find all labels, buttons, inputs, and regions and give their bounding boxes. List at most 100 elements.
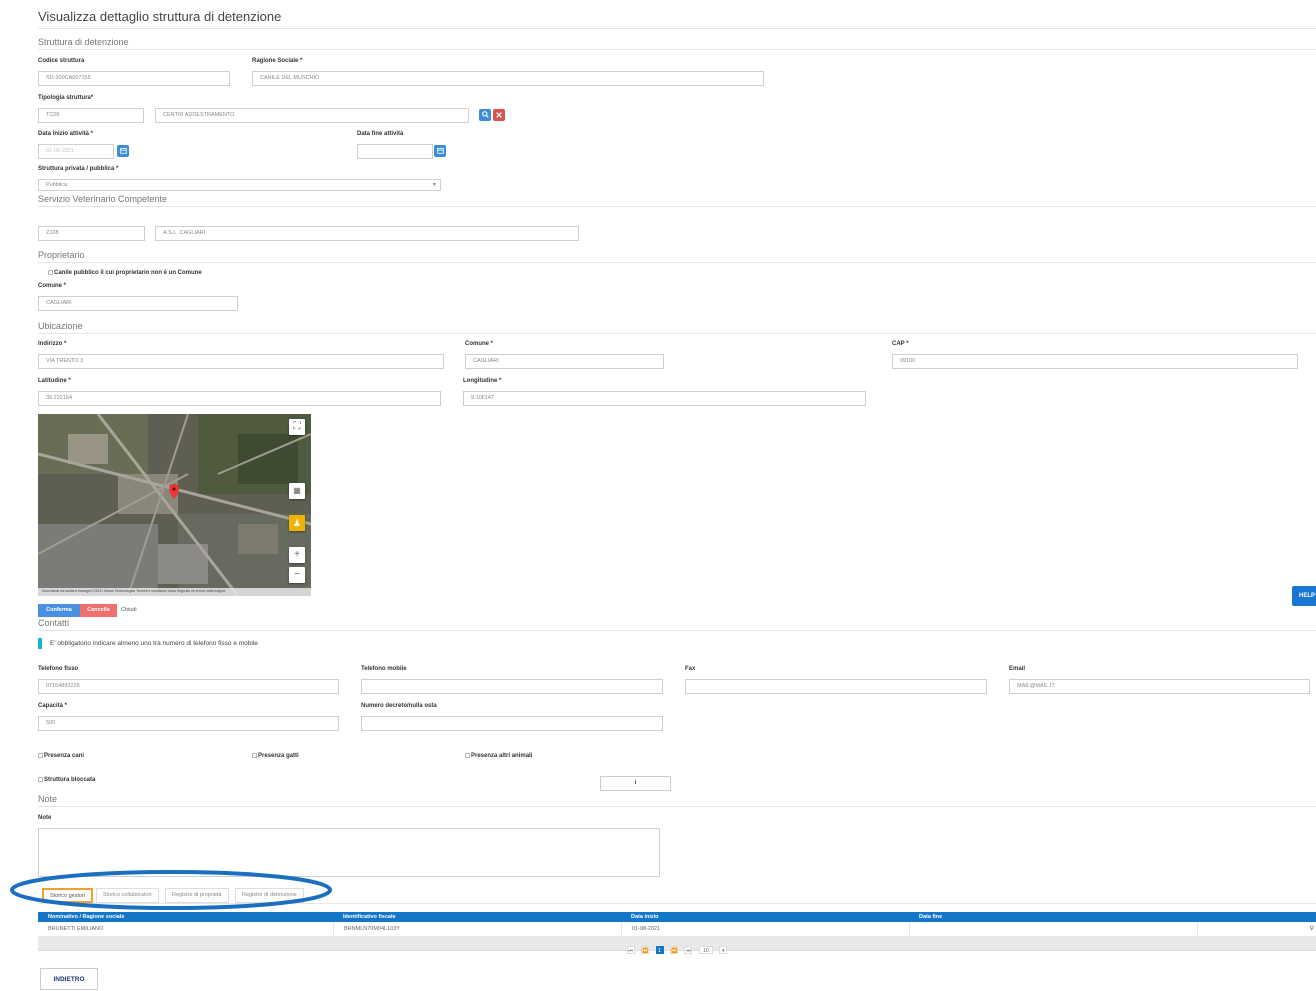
note-label: Note <box>38 815 52 821</box>
section-title-proprietario: Proprietario <box>38 250 85 260</box>
presenza-altri-label: Presenza altri animali <box>471 753 533 760</box>
latitudine-label: Latitudine * <box>38 378 71 384</box>
cap-label: CAP * <box>892 341 909 347</box>
presenza-altri-checkbox[interactable]: Presenza altri animali <box>465 753 532 759</box>
section-divider <box>38 262 1316 263</box>
ragione-sociale-field[interactable]: CANILE DEL MUSCHIO <box>252 71 764 86</box>
presenza-gatti-checkbox[interactable]: Presenza gatti <box>252 753 299 759</box>
section-title-contatti: Contatti <box>38 618 70 628</box>
info-bar <box>38 638 42 649</box>
table-header-data-fine[interactable]: Data fine <box>909 912 1197 922</box>
table-header-nominativo[interactable]: Nominativo / Ragione sociale <box>38 912 333 922</box>
codice-struttura-label: Codice struttura <box>38 58 85 64</box>
section-divider <box>38 630 1316 631</box>
privata-pubblica-select[interactable]: Pubblica ▼ <box>38 179 441 191</box>
section-title-struttura: Struttura di detenzione <box>38 37 129 47</box>
servizio-code-field[interactable]: Z108 <box>38 226 145 241</box>
contatti-info-text: E' obbligatorio indicare almeno uno tra … <box>50 640 258 647</box>
presenza-cani-checkbox[interactable]: Presenza cani <box>38 753 84 759</box>
help-button[interactable]: HELP <box>1292 586 1316 606</box>
pager-first-icon[interactable]: ⏮ <box>626 946 635 954</box>
email-field[interactable]: MAIL@MAIL.IT <box>1009 679 1310 694</box>
cap-field[interactable]: 09100 <box>892 354 1298 369</box>
fax-label: Fax <box>685 666 696 672</box>
section-divider <box>38 49 1316 50</box>
annotation-ellipse <box>10 870 332 910</box>
search-icon[interactable]: ⚲ <box>1310 922 1314 936</box>
privata-pubblica-value: Pubblica <box>46 182 68 188</box>
table-cell-data-inizio: 01-08-2021 <box>621 922 909 936</box>
indirizzo-label: Indirizzo * <box>38 341 67 347</box>
decreto-field[interactable] <box>361 716 663 731</box>
latitudine-field[interactable]: 39.222164 <box>38 391 441 406</box>
table-header-data-inizio[interactable]: Data inizio <box>621 912 909 922</box>
gestori-table: Nominativo / Ragione sociale Identificat… <box>38 912 1316 954</box>
table-row[interactable]: BRUNETTI EMILIANO BRNMLN70M04L103Y 01-08… <box>38 922 1316 937</box>
struttura-bloccata-label: Struttura bloccata <box>44 777 96 784</box>
telefono-fisso-label: Telefono fisso <box>38 666 79 672</box>
calendar-icon <box>119 147 127 154</box>
checkbox-box <box>252 753 257 758</box>
map-imagery <box>38 414 311 596</box>
title-divider <box>38 28 1316 29</box>
tipologia-desc-field[interactable]: CENTRI ADDESTRAMENTO <box>155 108 469 123</box>
data-inizio-field[interactable]: 01-08-2021 <box>38 144 114 159</box>
fax-field[interactable] <box>685 679 987 694</box>
presenza-gatti-label: Presenza gatti <box>258 753 299 760</box>
ubicazione-comune-label: Comune * <box>465 341 494 347</box>
table-header-cf[interactable]: Identificativo fiscale <box>333 912 621 922</box>
search-button[interactable] <box>479 109 491 121</box>
longitudine-label: Longitudine * <box>463 378 502 384</box>
ubicazione-comune-field[interactable]: CAGLIARI <box>465 354 664 369</box>
presenza-cani-label: Presenza cani <box>44 753 85 760</box>
struttura-bloccata-checkbox[interactable]: Struttura bloccata <box>38 777 95 783</box>
pager-current-page[interactable]: 1 <box>655 946 664 954</box>
pager-prev-icon[interactable]: ⏪ <box>641 946 650 954</box>
close-icon <box>496 112 502 118</box>
table-cell-data-fine <box>909 922 1197 936</box>
calendar-button-fine[interactable] <box>434 145 446 157</box>
satellite-map[interactable]: ⛶ ▦ ♟ + − Scorciatoie da tastiera Immagi… <box>38 414 311 596</box>
confirm-button[interactable]: Conferma <box>38 604 80 617</box>
close-button[interactable]: Chiudi <box>121 607 137 613</box>
indirizzo-field[interactable]: VIA TRENTO 3 <box>38 354 444 369</box>
layers-icon[interactable]: ▦ <box>289 483 305 499</box>
map-marker-icon <box>169 484 179 499</box>
telefono-fisso-field[interactable]: 07154893226 <box>38 679 339 694</box>
calendar-button-inizio[interactable] <box>117 145 129 157</box>
proprietario-comune-label: Comune * <box>38 283 67 289</box>
cancel-button[interactable]: Cancella <box>80 604 117 617</box>
email-label: Email <box>1009 666 1026 672</box>
zoom-out-button[interactable]: − <box>289 567 305 583</box>
table-header-row: Nominativo / Ragione sociale Identificat… <box>38 912 1316 922</box>
street-view-icon[interactable]: ♟ <box>289 515 305 531</box>
servizio-desc-field[interactable]: A.S.L. CAGLIARI <box>155 226 579 241</box>
pager-last-icon[interactable]: ⏭ <box>684 946 693 954</box>
section-divider <box>38 333 1316 334</box>
pager-next-icon[interactable]: ⏩ <box>670 946 678 954</box>
decreto-label: Numero decreto/nulla osta <box>361 703 437 709</box>
telefono-mobile-label: Telefono mobile <box>361 666 407 672</box>
clear-button[interactable] <box>493 109 505 121</box>
data-fine-field[interactable] <box>357 144 433 159</box>
table-cell-cf: BRNMLN70M04L103Y <box>333 922 621 936</box>
telefono-mobile-field[interactable] <box>361 679 663 694</box>
tipologia-code-field[interactable]: TC09 <box>38 108 144 123</box>
section-title-note: Note <box>38 794 58 804</box>
checkbox-box <box>465 753 470 758</box>
capacita-field[interactable]: 500 <box>38 716 339 731</box>
longitudine-field[interactable]: 9.106147 <box>463 391 866 406</box>
data-inizio-label: Data inizio attività * <box>38 131 94 137</box>
info-button[interactable]: i <box>600 776 671 791</box>
pager-size-select[interactable]: 10 <box>698 946 713 954</box>
fullscreen-icon[interactable]: ⛶ <box>289 419 305 435</box>
chevron-down-icon[interactable]: ▾ <box>719 946 728 954</box>
zoom-in-button[interactable]: + <box>289 547 305 563</box>
proprietario-comune-field[interactable]: CAGLIARI <box>38 296 238 311</box>
data-fine-label: Data fine attività <box>357 131 404 137</box>
ragione-sociale-label: Ragione Sociale * <box>252 58 303 64</box>
table-header-actions <box>1197 912 1316 922</box>
table-cell-actions: ⚲ <box>1197 922 1316 936</box>
codice-struttura-field[interactable]: SD-200CA007155 <box>38 71 230 86</box>
canile-pubblico-checkbox[interactable]: Canile pubblico il cui proprietario non … <box>48 270 202 276</box>
